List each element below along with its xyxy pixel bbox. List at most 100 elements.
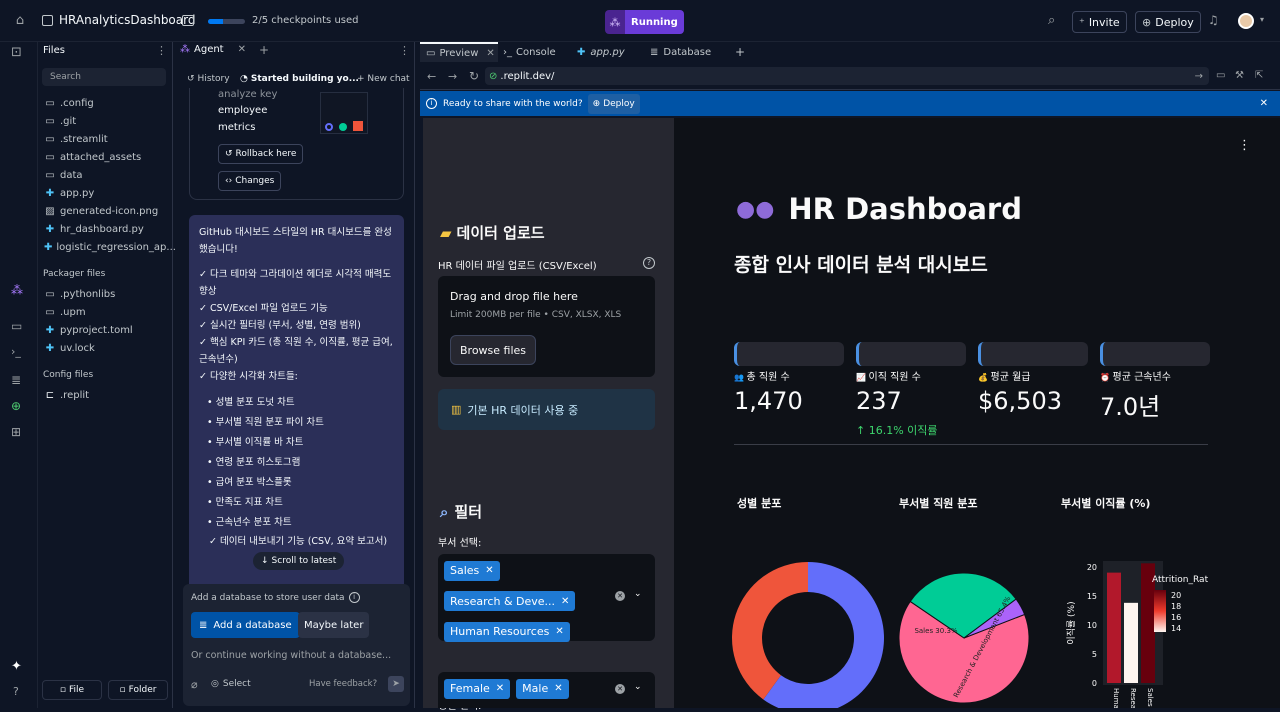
y-tick-label: 20 (1087, 563, 1097, 572)
forward-icon[interactable]: → (448, 70, 457, 83)
files-title: Files (43, 45, 65, 56)
deploy-tool-icon[interactable]: ⊕ (11, 399, 21, 413)
file-item[interactable]: ✚ hr_dashboard.py (38, 220, 173, 238)
maybe-later-button[interactable]: Maybe later (298, 612, 370, 638)
history-button[interactable]: ↺ History (187, 74, 230, 84)
tab-database[interactable]: ≣ Database (650, 42, 711, 62)
tab-agent[interactable]: ⁂ Agent ✕ (180, 44, 246, 55)
help-icon[interactable]: ? (643, 257, 655, 269)
kpi-icon: 💰 (978, 373, 991, 382)
remove-tag-icon[interactable]: ✕ (554, 683, 562, 694)
file-item[interactable]: ▭ .streamlit (38, 130, 173, 148)
attach-icon[interactable]: ⌀ (191, 678, 198, 691)
chevron-down-icon[interactable]: ⌄ (634, 589, 642, 599)
reload-icon[interactable]: ↻ (469, 69, 479, 83)
files-search-input[interactable]: Search (42, 68, 166, 86)
go-icon[interactable]: → (1195, 71, 1203, 82)
avatar[interactable] (1238, 13, 1254, 29)
file-item[interactable]: ▭ .git (38, 112, 173, 130)
browse-files-button[interactable]: Browse files (450, 335, 537, 365)
rollback-button[interactable]: ↺ Rollback here (218, 144, 304, 164)
close-icon[interactable]: ✕ (486, 48, 494, 59)
help-icon[interactable]: ? (13, 685, 19, 698)
new-file-button[interactable]: ▫ File (42, 680, 102, 700)
back-icon[interactable]: ← (427, 70, 436, 83)
external-link-icon[interactable]: ⇱ (1255, 70, 1263, 81)
tab-app-py[interactable]: ✚ app.py (577, 42, 625, 62)
database-tool-icon[interactable]: ≣ (11, 373, 21, 387)
remove-tag-icon[interactable]: ✕ (555, 626, 563, 637)
file-item[interactable]: ✚ pyproject.toml (38, 321, 173, 339)
preview-tool-icon[interactable]: ▭ (11, 319, 22, 333)
new-folder-button[interactable]: ▫ Folder (108, 680, 168, 700)
send-icon[interactable]: ➤ (388, 676, 404, 692)
banner-deploy-button[interactable]: ⊕ Deploy (587, 93, 640, 114)
invite-button[interactable]: ⁺ Invite (1072, 11, 1127, 33)
home-icon[interactable]: ⌂ (12, 13, 28, 28)
main-menu-icon[interactable]: ⋮ (1238, 138, 1251, 153)
file-item[interactable]: ✚ uv.lock (38, 339, 173, 357)
filter-tag[interactable]: Male ✕ (516, 678, 569, 699)
files-tool-icon[interactable]: ⊡ (11, 45, 22, 60)
file-item[interactable]: ▨ generated-icon.png (38, 202, 173, 220)
deploy-button[interactable]: ⊕ Deploy (1135, 11, 1201, 33)
running-button[interactable]: ⁂ Running (605, 10, 684, 34)
checkpoint-thumbnail[interactable] (320, 92, 368, 134)
filter-tag[interactable]: Sales ✕ (444, 560, 500, 581)
file-name: .pythonlibs (60, 288, 116, 300)
add-database-button[interactable]: ≣ Add a database (191, 612, 300, 638)
file-item[interactable]: ▭ .upm (38, 303, 173, 321)
new-chat-button[interactable]: + New chat (357, 74, 410, 84)
close-icon[interactable]: ✕ (1260, 98, 1268, 109)
filter-tag[interactable]: Human Resources ✕ (444, 621, 570, 642)
filter-tag[interactable]: Female ✕ (444, 678, 511, 699)
gender-multiselect[interactable]: Female ✕ Male ✕ ✕ ⌄ (438, 672, 655, 708)
file-dropzone[interactable]: Drag and drop file here Limit 200MB per … (438, 276, 655, 377)
scroll-to-latest-button[interactable]: ↓ Scroll to latest (253, 552, 345, 570)
chat-input[interactable]: Or continue working without a database..… (191, 650, 391, 661)
file-item[interactable]: ▭ data (38, 166, 173, 184)
agent-menu-icon[interactable]: ⋮ (399, 44, 410, 57)
tab-console[interactable]: ›_ Console (500, 42, 556, 62)
remove-tag-icon[interactable]: ✕ (496, 683, 504, 694)
agent-tool-icon[interactable]: ⁂ (11, 283, 23, 297)
filter-tag[interactable]: Research & Deve... ✕ (444, 591, 576, 611)
dept-multiselect[interactable]: Sales ✕ Research & Deve... ✕ Human Resources… (438, 554, 655, 642)
new-tab-icon[interactable]: + (259, 43, 269, 57)
clear-icon[interactable]: ✕ (615, 591, 625, 601)
remove-tag-icon[interactable]: ✕ (485, 565, 493, 576)
remove-tag-icon[interactable]: ✕ (561, 596, 569, 607)
app-title[interactable]: HRAnalyticsDashboard (59, 13, 195, 27)
chevron-down-icon[interactable]: ▾ (1260, 15, 1264, 24)
file-item[interactable]: ✚ logistic_regression_ap... (38, 238, 176, 256)
search-icon[interactable]: ⌕ (1048, 13, 1055, 28)
file-item[interactable]: ▭ attached_assets (38, 148, 173, 166)
file-item[interactable]: ✚ app.py (38, 184, 173, 202)
apps-grid-icon[interactable]: ⊞ (11, 425, 21, 439)
feedback-link[interactable]: Have feedback? (309, 679, 377, 689)
list-item: • 부서별 이직률 바 차트 (207, 437, 304, 448)
new-tab-icon[interactable]: + (735, 42, 745, 62)
changes-button[interactable]: ‹› Changes (218, 171, 282, 191)
info-icon[interactable]: i (348, 592, 360, 603)
select-button[interactable]: ◎ Select (211, 679, 251, 689)
file-item[interactable]: ▭ .config (38, 94, 173, 112)
file-item[interactable]: ▭ .pythonlibs (38, 285, 173, 303)
config-files-title: Config files (43, 370, 94, 380)
checkpoint-icon[interactable] (182, 15, 194, 26)
console-tool-icon[interactable]: ›_ (11, 345, 21, 358)
devices-icon[interactable]: ▭ (1216, 70, 1225, 81)
tools-icon[interactable]: ⚒ (1235, 70, 1244, 81)
chevron-down-icon[interactable]: ⌄ (634, 682, 642, 692)
file-item[interactable]: ⊏ .replit (38, 386, 173, 404)
close-icon[interactable]: ✕ (238, 44, 246, 55)
files-menu-icon[interactable]: ⋮ (156, 44, 167, 57)
divider (734, 444, 1208, 445)
file-name: .replit (60, 389, 90, 401)
url-input[interactable]: ⊘ .replit.dev/→ (485, 67, 1209, 85)
bell-icon[interactable]: ♫ (1208, 13, 1219, 27)
clear-icon[interactable]: ✕ (615, 684, 625, 694)
tab-preview[interactable]: ▭ Preview ✕ (420, 42, 498, 62)
chat-title[interactable]: ◔ Started building yo... (240, 74, 359, 84)
sparkle-icon[interactable]: ✦ (11, 659, 22, 674)
